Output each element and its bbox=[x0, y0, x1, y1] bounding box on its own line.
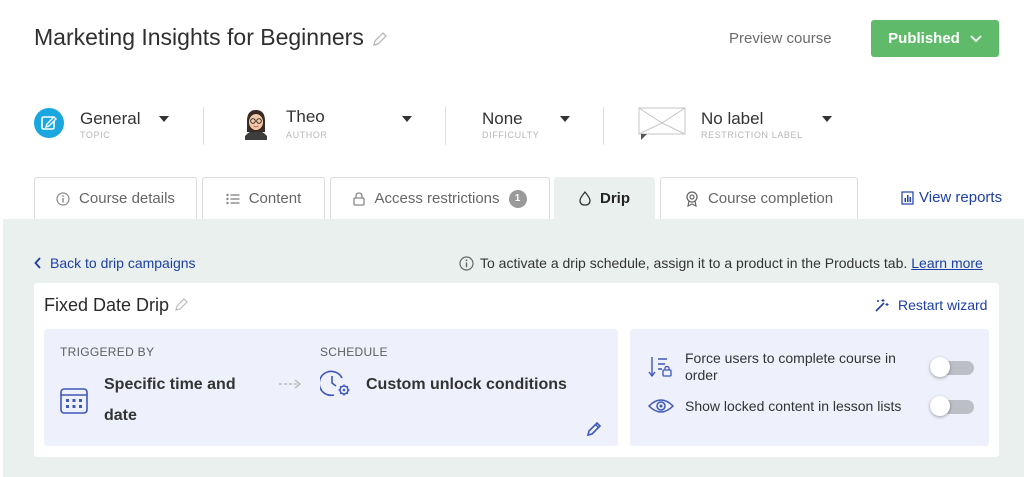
tab-course-completion[interactable]: Course completion bbox=[660, 177, 858, 219]
tab-drip[interactable]: Drip bbox=[554, 177, 655, 219]
force-order-toggle[interactable] bbox=[930, 357, 974, 377]
avatar bbox=[240, 107, 272, 140]
caret-down-icon bbox=[822, 116, 832, 122]
caret-down-icon bbox=[402, 116, 412, 122]
tab-label: Course completion bbox=[707, 190, 834, 207]
drop-icon bbox=[579, 191, 591, 206]
info-text: To activate a drip schedule, assign it t… bbox=[480, 255, 908, 271]
toggle-knob bbox=[930, 357, 950, 377]
back-label: Back to drip campaigns bbox=[50, 255, 196, 271]
drip-info-message: To activate a drip schedule, assign it t… bbox=[459, 255, 983, 271]
divider bbox=[603, 107, 604, 145]
view-reports-label: View reports bbox=[919, 189, 1003, 206]
difficulty-selector[interactable]: None DIFFICULTY bbox=[482, 100, 582, 144]
tab-label: Course details bbox=[79, 190, 175, 207]
trigger-value-line2: date bbox=[104, 407, 137, 424]
edit-drip-name-icon[interactable] bbox=[174, 296, 190, 312]
restriction-count-badge: 1 bbox=[508, 189, 527, 208]
arrow-right-icon bbox=[279, 379, 302, 389]
published-button[interactable]: Published bbox=[871, 20, 999, 57]
schedule-label: SCHEDULE bbox=[320, 345, 388, 359]
tab-label: Drip bbox=[600, 190, 630, 207]
restriction-label-selector[interactable]: No label RESTRICTION LABEL bbox=[638, 100, 838, 144]
tab-label: Content bbox=[248, 190, 302, 207]
tab-course-details[interactable]: Course details bbox=[34, 177, 197, 219]
force-order-line1: Force users to complete course in bbox=[685, 350, 896, 366]
info-icon bbox=[56, 191, 70, 206]
author-selector[interactable]: Theo AUTHOR bbox=[240, 100, 420, 144]
learn-more-link[interactable]: Learn more bbox=[911, 255, 983, 271]
clock-gear-icon bbox=[320, 370, 350, 397]
topic-selector[interactable]: General TOPIC bbox=[34, 100, 184, 144]
topic-icon bbox=[34, 108, 64, 138]
topic-value: General bbox=[80, 109, 141, 128]
medal-icon bbox=[686, 190, 698, 207]
drip-card-title: Fixed Date Drip bbox=[44, 295, 170, 315]
label-icon bbox=[638, 107, 686, 140]
topic-label: TOPIC bbox=[80, 130, 111, 140]
show-locked-toggle[interactable] bbox=[930, 396, 974, 416]
toggle-knob bbox=[930, 396, 950, 416]
edit-title-icon[interactable] bbox=[371, 30, 389, 48]
eye-icon bbox=[648, 399, 674, 413]
sort-order-lock-icon bbox=[648, 357, 672, 378]
divider bbox=[203, 107, 204, 145]
triggered-by-label: TRIGGERED BY bbox=[60, 345, 155, 359]
report-icon bbox=[901, 190, 914, 205]
info-icon bbox=[459, 255, 474, 271]
divider bbox=[445, 107, 446, 145]
magic-wand-icon bbox=[875, 299, 889, 312]
author-label: AUTHOR bbox=[286, 130, 328, 140]
difficulty-value: None bbox=[482, 109, 523, 128]
chevron-left-icon bbox=[34, 257, 41, 269]
edit-schedule-icon[interactable] bbox=[586, 420, 603, 437]
force-order-line2: order bbox=[685, 367, 718, 383]
caret-down-icon bbox=[159, 116, 169, 122]
view-reports-link[interactable]: View reports bbox=[901, 189, 1002, 206]
restriction-label: RESTRICTION LABEL bbox=[701, 130, 803, 140]
restriction-value: No label bbox=[701, 109, 764, 128]
preview-course-link[interactable]: Preview course bbox=[729, 30, 832, 47]
calendar-icon bbox=[60, 388, 88, 414]
restart-label: Restart wizard bbox=[898, 297, 988, 313]
lock-icon bbox=[353, 191, 366, 206]
chevron-down-icon bbox=[970, 34, 982, 42]
tab-access-restrictions[interactable]: Access restrictions 1 bbox=[330, 177, 550, 219]
trigger-value: Specific time and date bbox=[104, 369, 236, 431]
schedule-value: Custom unlock conditions bbox=[366, 376, 567, 393]
difficulty-label: DIFFICULTY bbox=[482, 130, 540, 140]
trigger-value-line1: Specific time and bbox=[104, 376, 236, 393]
caret-down-icon bbox=[560, 116, 570, 122]
published-label: Published bbox=[888, 30, 960, 47]
show-locked-label: Show locked content in lesson lists bbox=[685, 398, 902, 414]
tab-bar: Course details Content Access restrictio… bbox=[0, 177, 1024, 219]
drip-options-box bbox=[630, 329, 989, 446]
back-to-drip-campaigns-link[interactable]: Back to drip campaigns bbox=[34, 255, 196, 271]
tab-content[interactable]: Content bbox=[202, 177, 325, 219]
course-title: Marketing Insights for Beginners bbox=[34, 24, 364, 50]
force-order-label: Force users to complete course in order bbox=[685, 350, 896, 384]
author-value: Theo bbox=[286, 107, 325, 126]
restart-wizard-button[interactable]: Restart wizard bbox=[874, 297, 987, 313]
list-icon bbox=[226, 193, 240, 204]
tab-label: Access restrictions bbox=[374, 190, 500, 207]
